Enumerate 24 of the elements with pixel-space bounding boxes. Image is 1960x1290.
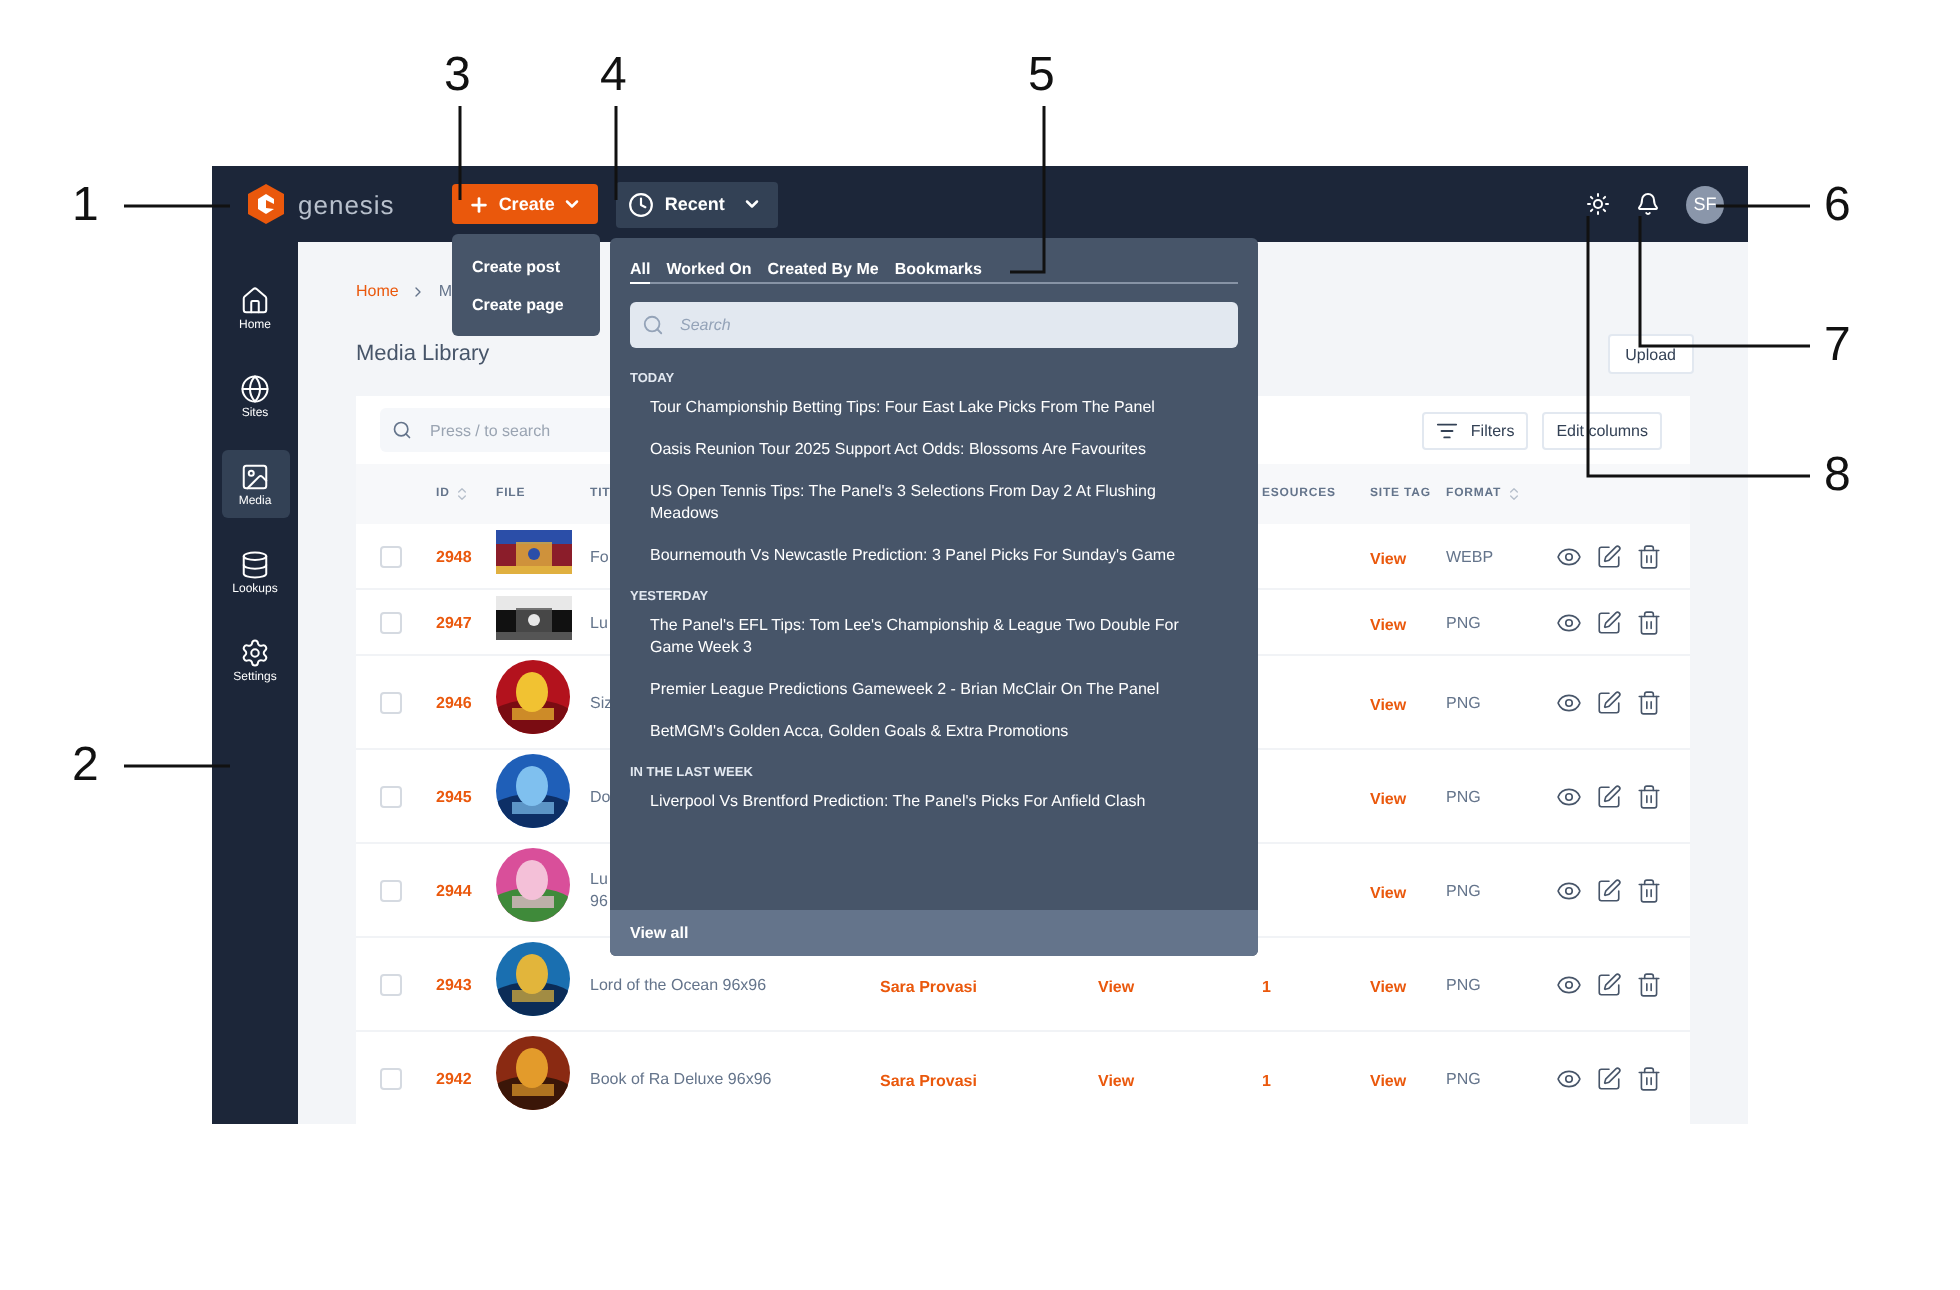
format-cell-text: PNG — [1446, 693, 1483, 711]
callout-number: 5 — [1028, 52, 1055, 100]
title-cell: Book of Ra Deluxe 96x96 — [590, 1067, 772, 1089]
format-cell-text: WEBP — [1446, 547, 1496, 565]
format-cell-text: PNG — [1446, 613, 1483, 631]
format-cell-text: PNG — [1446, 1069, 1483, 1087]
callout-number: 4 — [600, 52, 627, 100]
callout-number: 3 — [444, 52, 471, 100]
brand-name: genesis — [298, 189, 395, 219]
callout-number: 6 — [1824, 182, 1851, 230]
format-cell-text: PNG — [1446, 881, 1483, 899]
format-cell-text: PNG — [1446, 975, 1483, 993]
title-cell: Siz — [590, 691, 613, 713]
title-cell: Lord of the Ocean 96x96 — [590, 973, 767, 995]
title-cell: Do — [590, 785, 611, 807]
format-cell-text: PNG — [1446, 787, 1483, 805]
title-cell: Fo — [590, 545, 609, 567]
callout-number: 1 — [72, 182, 99, 230]
callout-number: 8 — [1824, 452, 1851, 500]
callout-number: 2 — [72, 742, 99, 790]
title-cell: Lu — [590, 611, 608, 633]
title-cell: Lu 96 — [590, 868, 608, 912]
page-title: Media Library — [356, 342, 490, 366]
callout-number: 7 — [1824, 322, 1851, 370]
